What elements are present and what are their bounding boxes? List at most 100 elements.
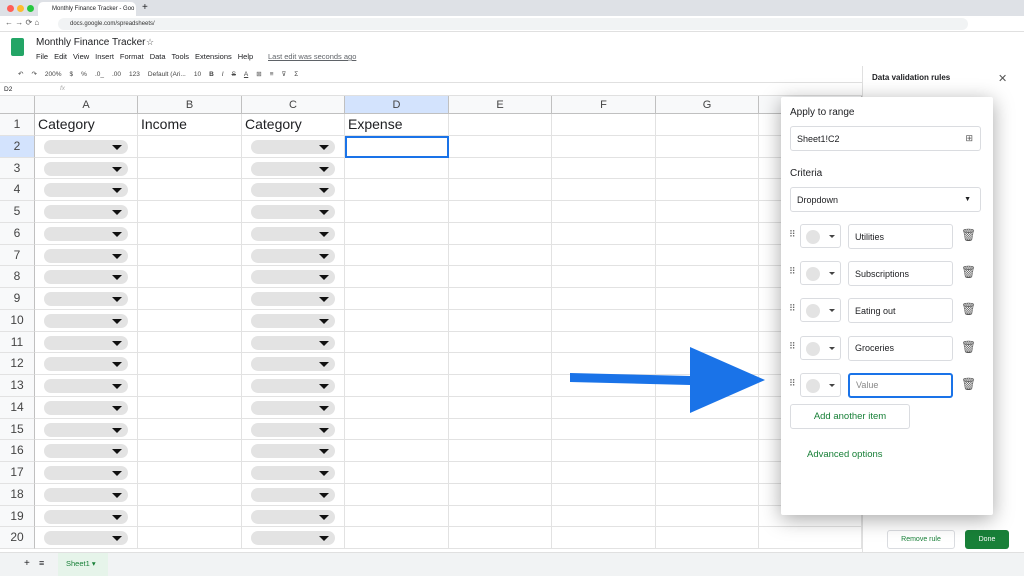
cell-B7[interactable] bbox=[138, 244, 242, 267]
undo-icon[interactable]: ↶ bbox=[18, 70, 23, 78]
doc-title[interactable]: Monthly Finance Tracker bbox=[36, 37, 146, 48]
item-value-input[interactable]: Utilities bbox=[848, 224, 953, 249]
dropdown-chip[interactable] bbox=[44, 205, 128, 219]
dropdown-chip[interactable] bbox=[251, 226, 335, 241]
criteria-select[interactable]: Dropdown ▼ bbox=[790, 187, 981, 212]
remove-rule-button[interactable]: Remove rule bbox=[887, 530, 955, 549]
dropdown-chip[interactable] bbox=[44, 487, 128, 502]
cell-F20[interactable] bbox=[552, 527, 656, 549]
cell-B14[interactable] bbox=[138, 396, 242, 419]
cell-D8[interactable] bbox=[345, 266, 449, 288]
cell-G17[interactable] bbox=[656, 462, 759, 484]
delete-item-icon[interactable]: 🗑 bbox=[961, 377, 976, 391]
dropdown-chip[interactable] bbox=[44, 509, 128, 524]
select-all-corner[interactable] bbox=[0, 96, 35, 114]
row-header-16[interactable]: 16 bbox=[0, 440, 35, 462]
cell-A8[interactable] bbox=[35, 266, 138, 288]
row-header-10[interactable]: 10 bbox=[0, 309, 35, 332]
cell-E6[interactable] bbox=[449, 222, 552, 245]
cell-D1[interactable]: Expense bbox=[345, 114, 449, 136]
row-header-18[interactable]: 18 bbox=[0, 483, 35, 506]
cell-B18[interactable] bbox=[138, 483, 242, 506]
dropdown-chip[interactable] bbox=[251, 400, 335, 415]
menu-format[interactable]: Format bbox=[120, 52, 144, 61]
dropdown-chip[interactable] bbox=[251, 139, 335, 154]
text-color-button[interactable]: A bbox=[244, 71, 248, 78]
dropdown-chip[interactable] bbox=[251, 531, 335, 546]
cell-C17[interactable] bbox=[242, 462, 345, 484]
dropdown-chip[interactable] bbox=[44, 270, 128, 285]
spreadsheet-grid[interactable]: ABCDEFGH1CategoryIncomeCategoryExpense23… bbox=[0, 96, 862, 552]
done-button[interactable]: Done bbox=[965, 530, 1009, 549]
cell-F9[interactable] bbox=[552, 288, 656, 310]
cell-D14[interactable] bbox=[345, 396, 449, 419]
cell-C20[interactable] bbox=[242, 527, 345, 549]
cell-E5[interactable] bbox=[449, 201, 552, 223]
italic-button[interactable]: I bbox=[222, 71, 224, 78]
cell-D19[interactable] bbox=[345, 505, 449, 528]
cell-C14[interactable] bbox=[242, 396, 345, 419]
menu-help[interactable]: Help bbox=[238, 52, 253, 61]
dropdown-chip[interactable] bbox=[44, 292, 128, 306]
dropdown-chip[interactable] bbox=[251, 487, 335, 502]
cell-D9[interactable] bbox=[345, 288, 449, 310]
cell-G7[interactable] bbox=[656, 244, 759, 267]
cell-B12[interactable] bbox=[138, 353, 242, 375]
row-header-9[interactable]: 9 bbox=[0, 288, 35, 310]
row-header-20[interactable]: 20 bbox=[0, 527, 35, 549]
close-window-icon[interactable] bbox=[7, 5, 14, 12]
cell-A2[interactable] bbox=[35, 135, 138, 158]
cell-A20[interactable] bbox=[35, 527, 138, 549]
cell-B19[interactable] bbox=[138, 505, 242, 528]
cell-H20[interactable] bbox=[759, 527, 862, 549]
dropdown-chip[interactable] bbox=[251, 270, 335, 285]
item-color-button[interactable] bbox=[800, 224, 841, 248]
row-header-12[interactable]: 12 bbox=[0, 353, 35, 375]
cell-C15[interactable] bbox=[242, 418, 345, 441]
cell-A10[interactable] bbox=[35, 309, 138, 332]
dropdown-chip[interactable] bbox=[251, 444, 335, 459]
dropdown-chip[interactable] bbox=[251, 161, 335, 176]
cell-B1[interactable]: Income bbox=[138, 114, 242, 136]
dropdown-chip[interactable] bbox=[44, 161, 128, 176]
cell-C13[interactable] bbox=[242, 375, 345, 397]
dropdown-chip[interactable] bbox=[44, 248, 128, 263]
cell-D11[interactable] bbox=[345, 331, 449, 354]
drag-handle-icon[interactable]: ⠿ bbox=[789, 378, 795, 389]
cell-G15[interactable] bbox=[656, 418, 759, 441]
row-header-4[interactable]: 4 bbox=[0, 179, 35, 201]
cell-D4[interactable] bbox=[345, 179, 449, 201]
cell-A3[interactable] bbox=[35, 157, 138, 180]
cell-A9[interactable] bbox=[35, 288, 138, 310]
cell-A13[interactable] bbox=[35, 375, 138, 397]
close-panel-icon[interactable]: ✕ bbox=[998, 72, 1007, 85]
cell-A11[interactable] bbox=[35, 331, 138, 354]
cell-A6[interactable] bbox=[35, 222, 138, 245]
url-field[interactable]: docs.google.com/spreadsheets/ bbox=[58, 18, 968, 30]
column-header-G[interactable]: G bbox=[656, 96, 759, 114]
advanced-options-link[interactable]: Advanced options bbox=[807, 449, 883, 460]
currency-button[interactable]: $ bbox=[70, 71, 74, 78]
borders-icon[interactable]: ⊞ bbox=[256, 70, 261, 78]
maximize-window-icon[interactable] bbox=[27, 5, 34, 12]
dropdown-chip[interactable] bbox=[44, 422, 128, 437]
item-color-button[interactable] bbox=[800, 298, 841, 323]
menu-view[interactable]: View bbox=[73, 52, 89, 61]
add-sheet-icon[interactable]: + bbox=[24, 558, 30, 569]
cell-F7[interactable] bbox=[552, 244, 656, 267]
row-header-3[interactable]: 3 bbox=[0, 157, 35, 180]
cell-E8[interactable] bbox=[449, 266, 552, 288]
row-header-13[interactable]: 13 bbox=[0, 375, 35, 397]
cell-C5[interactable] bbox=[242, 201, 345, 223]
cell-G3[interactable] bbox=[656, 157, 759, 180]
cell-G10[interactable] bbox=[656, 309, 759, 332]
cell-C11[interactable] bbox=[242, 331, 345, 354]
cell-C3[interactable] bbox=[242, 157, 345, 180]
menu-tools[interactable]: Tools bbox=[172, 52, 190, 61]
bold-button[interactable]: B bbox=[209, 71, 214, 78]
browser-tab[interactable]: Monthly Finance Tracker - Goo bbox=[38, 2, 136, 16]
align-icon[interactable]: ≡ bbox=[270, 71, 274, 78]
row-header-2[interactable]: 2 bbox=[0, 135, 35, 158]
font-select[interactable]: Default (Ari... bbox=[148, 71, 186, 78]
row-header-7[interactable]: 7 bbox=[0, 244, 35, 267]
